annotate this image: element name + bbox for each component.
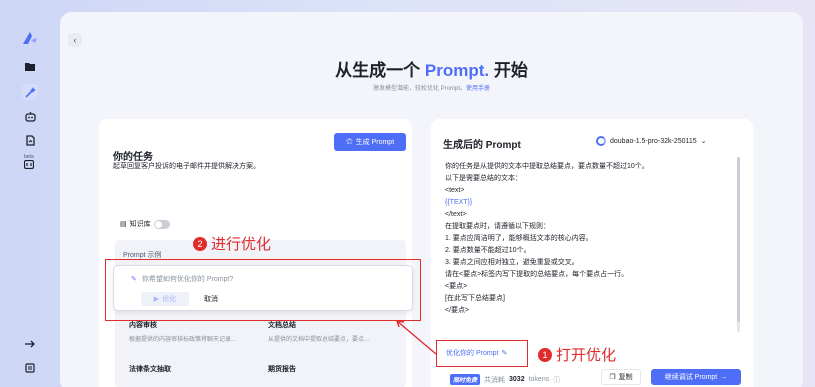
generated-prompt[interactable]: 你的任务是从提供的文本中提取总结要点，要点数量不超过10个。 以下是需要总结的文… [445, 161, 735, 317]
prompt-examples-title: Prompt 示例 [123, 252, 162, 259]
title-accent: Prompt. [424, 61, 490, 80]
annotation-step2-text: 进行优化 [211, 236, 272, 253]
prompt-line: 你的任务是从提供的文本中提取总结要点，要点数量不超过10个。 [445, 163, 649, 170]
prompt-line: </要点> [445, 307, 470, 314]
copy-button[interactable]: ❐ 复制 [601, 369, 641, 385]
result-title: 生成后的 Prompt [443, 140, 521, 151]
book-icon: ▤ [120, 221, 127, 228]
robot-icon[interactable] [22, 108, 38, 124]
example-title: 文档总结 [268, 322, 296, 329]
example-item[interactable]: 内容审核 根据提供的内容审核标政策将聊天记录... [129, 320, 236, 343]
example-item[interactable]: 文档总结 从提供的文档中提取总结要点，要点... [268, 320, 369, 343]
continue-debug-button[interactable]: 继续调试 Prompt → [651, 369, 741, 385]
usage-row: 限时免费 共消耗 3032 tokens ⓘ [450, 374, 560, 385]
example-title: 法律条文抽取 [129, 366, 171, 373]
prompt-line: 请在<要点>标签内写下提取的总结要点，每个要点占一行。 [445, 271, 629, 278]
prompt-line: <要点> [445, 283, 468, 290]
example-item[interactable]: 法律条文抽取 [129, 364, 171, 374]
continue-debug-label: 继续调试 Prompt [664, 374, 718, 381]
task-description: 起草回复客户投诉的电子邮件并提供解决方案。 [113, 163, 260, 170]
usage-prefix: 共消耗 [484, 376, 506, 384]
arrow-right-icon: → [720, 373, 728, 381]
knowledge-base-toggle[interactable] [153, 219, 170, 229]
sparkle-icon: ⚝ [345, 138, 353, 145]
prompt-line: [在此写下总结要点] [445, 295, 505, 302]
beta-feature[interactable]: beta [23, 154, 38, 171]
doubao-logo-icon [596, 136, 606, 146]
generate-prompt-label: 生成 Prompt [355, 139, 395, 146]
page-subtitle: 激发模型潜能，轻松优化 Prompt。使用手册 [60, 83, 803, 92]
title-suffix: 开始 [489, 61, 528, 80]
model-selector[interactable]: doubao-1.5-pro-32k-250115 ⌄ [596, 136, 707, 146]
usage-suffix: tokens [528, 376, 550, 383]
annotation-box-step2 [105, 259, 421, 321]
annotation-step1-number: 1 [538, 347, 552, 362]
prompt-line: 在提取要点时，请遵循以下规则： [445, 223, 550, 230]
copy-button-label: 复制 [618, 374, 633, 381]
usage-value: 3032 [509, 376, 525, 383]
knowledge-base-label: 知识库 [129, 221, 151, 228]
docs-icon[interactable] [22, 360, 38, 376]
prompt-line: {{TEXT}} [445, 199, 473, 206]
annotation-step2-number: 2 [193, 236, 207, 251]
prompt-line: 以下是需要总结的文本： [445, 175, 522, 182]
annotation-step2: 2 进行优化 [193, 233, 271, 254]
prompt-line: 1. 要点应简洁明了，能够概括文本的核心内容。 [445, 235, 593, 242]
magic-prompt-icon[interactable] [22, 84, 38, 100]
subtitle-text: 激发模型潜能，轻松优化 Prompt。 [372, 86, 466, 92]
chevron-left-icon: ‹ [73, 35, 77, 45]
chevron-down-icon: ⌄ [700, 138, 707, 145]
app-logo-icon[interactable] [22, 30, 38, 46]
knowledge-base-toggle-row[interactable]: ▤ 知识库 [120, 219, 170, 229]
title-prefix: 从生成一个 [335, 61, 425, 80]
folder-icon[interactable] [22, 58, 38, 74]
example-title: 期货报告 [268, 366, 296, 373]
generate-prompt-button[interactable]: ⚝ 生成 Prompt [334, 133, 406, 151]
copy-icon: ❐ [609, 374, 616, 381]
example-desc: 从提供的文档中提取总结要点，要点... [268, 337, 370, 343]
annotation-step1-text: 打开优化 [556, 347, 617, 364]
sidebar-rail: beta [0, 0, 60, 387]
document-sync-icon[interactable] [22, 132, 38, 148]
beta-feature-icon [23, 159, 35, 170]
manual-link[interactable]: 使用手册 [466, 86, 490, 92]
expand-arrow-icon[interactable] [22, 336, 38, 352]
collapse-button[interactable]: ‹ [68, 33, 82, 47]
prompt-line: </text> [445, 211, 467, 218]
prompt-line: 3. 要点之间应相对独立，避免重复或交叉。 [445, 259, 579, 266]
free-badge: 限时免费 [450, 374, 481, 385]
prompt-line: 2. 要点数量不能超过10个。 [445, 247, 531, 254]
prompt-scrollbar[interactable] [737, 157, 740, 332]
example-desc: 根据提供的内容审核标政策将聊天记录... [129, 337, 237, 343]
page-title: 从生成一个 Prompt. 开始 [60, 56, 803, 81]
annotation-step1: 1 打开优化 [538, 344, 616, 365]
example-title: 内容审核 [129, 322, 157, 329]
annotation-box-step1 [436, 340, 528, 367]
model-name: doubao-1.5-pro-32k-250115 [610, 137, 697, 145]
prompt-line: <text> [445, 187, 465, 194]
info-icon[interactable]: ⓘ [553, 375, 560, 385]
example-item[interactable]: 期货报告 [268, 364, 296, 374]
